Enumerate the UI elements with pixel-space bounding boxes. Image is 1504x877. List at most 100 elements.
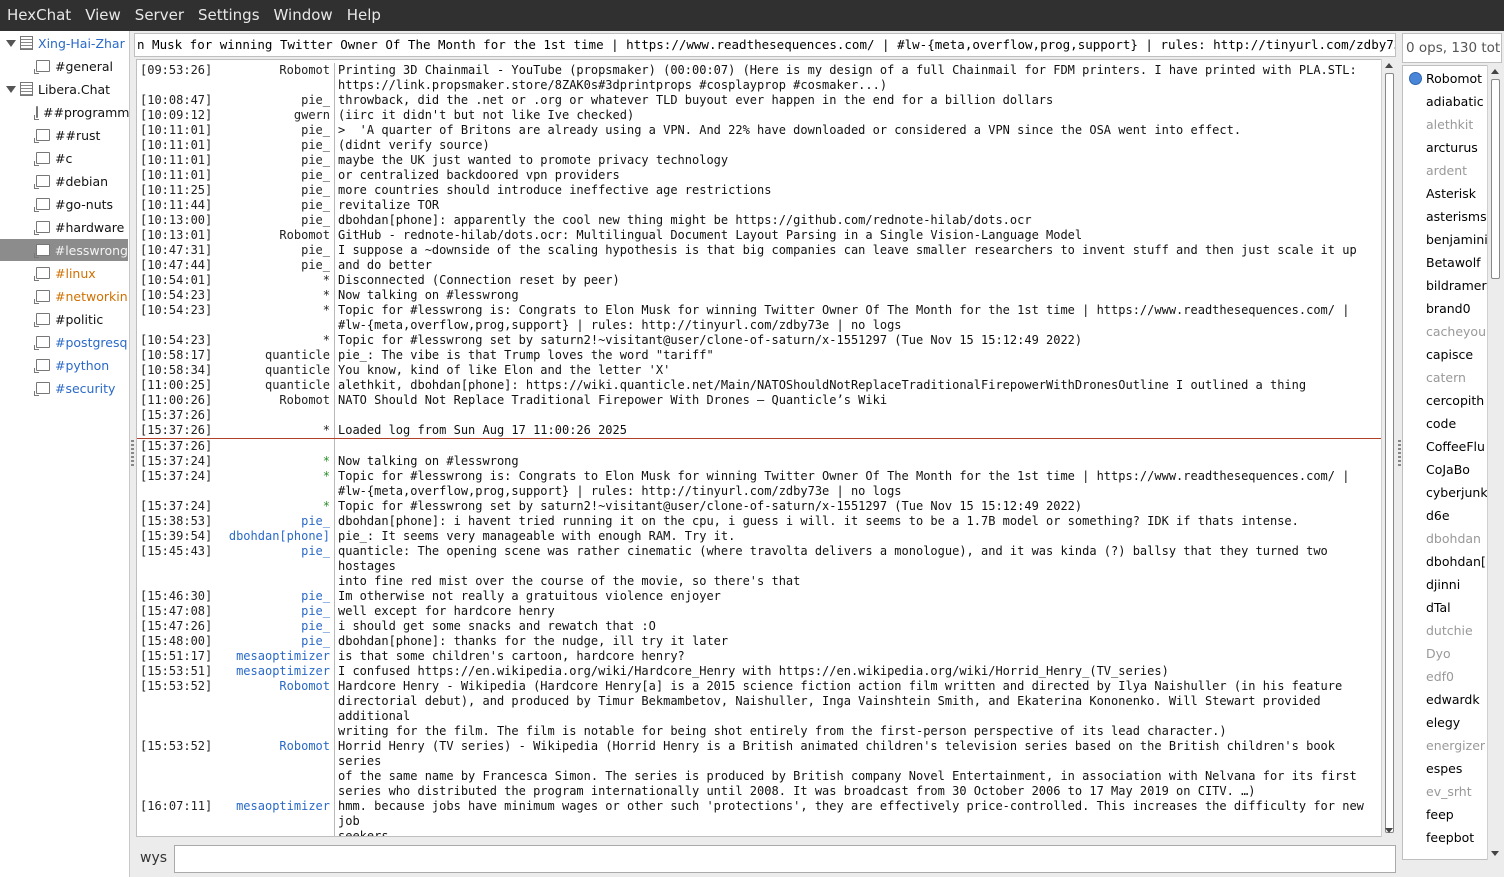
nick-label[interactable]: pie_ [210, 123, 334, 138]
nick-label[interactable]: mesaoptimizer [210, 664, 334, 679]
user-list-item[interactable]: code [1403, 412, 1489, 435]
user-list-item[interactable]: dbohdan[p [1403, 550, 1489, 573]
user-list-item[interactable]: bildramer [1403, 274, 1489, 297]
nick-label[interactable] [210, 408, 334, 423]
nick-label[interactable]: * [210, 333, 334, 348]
menu-settings[interactable]: Settings [191, 0, 267, 31]
network-item[interactable]: Xing-Hai-Zhar [0, 32, 128, 54]
channel-item[interactable]: #linux [0, 262, 128, 284]
channel-item[interactable]: #networkin [0, 285, 128, 307]
channel-item[interactable]: ##programm [0, 101, 129, 123]
channel-item[interactable]: #python [0, 354, 128, 376]
menu-help[interactable]: Help [340, 0, 388, 31]
nick-label[interactable]: quanticle [210, 348, 334, 363]
nick-label[interactable] [210, 439, 334, 454]
channel-item[interactable]: #go-nuts [0, 193, 128, 215]
user-list-item[interactable]: Dyo [1403, 642, 1489, 665]
channel-item[interactable]: #general [0, 55, 128, 77]
sidebar-resize-handle[interactable] [131, 440, 134, 468]
nick-label[interactable]: pie_ [210, 604, 334, 619]
user-list-item[interactable]: Betawolf [1403, 251, 1489, 274]
menu-server[interactable]: Server [128, 0, 191, 31]
user-list-item[interactable]: edf0 [1403, 665, 1489, 688]
nick-label[interactable]: pie_ [210, 168, 334, 183]
channel-item[interactable]: #postgresq [0, 331, 128, 353]
expander-arrow-icon[interactable] [4, 83, 16, 95]
message-input[interactable] [174, 845, 1396, 873]
user-list-item[interactable]: cyberjunk [1403, 481, 1489, 504]
nick-label[interactable]: pie_ [210, 634, 334, 649]
nick-label[interactable]: dbohdan[phone] [210, 529, 334, 544]
user-list-item[interactable]: cacheyour [1403, 320, 1489, 343]
user-list-item[interactable]: benjamini [1403, 228, 1489, 251]
nick-label[interactable]: quanticle [210, 363, 334, 378]
topic-bar[interactable]: n Musk for winning Twitter Owner Of The … [134, 33, 1396, 57]
nick-label[interactable]: mesaoptimizer [210, 799, 334, 836]
user-list-item[interactable]: dbohdan [1403, 527, 1489, 550]
nick-label[interactable]: pie_ [210, 213, 334, 228]
user-list-item[interactable]: djinni [1403, 573, 1489, 596]
channel-item[interactable]: #politic [0, 308, 128, 330]
user-list-item[interactable]: edwardk [1403, 688, 1489, 711]
user-list-item[interactable]: catern [1403, 366, 1489, 389]
nick-label[interactable]: * [210, 454, 334, 469]
nick-label[interactable]: quanticle [210, 378, 334, 393]
chat-scrollbar[interactable] [1381, 59, 1396, 837]
nick-label[interactable]: * [210, 499, 334, 514]
user-list-item[interactable]: ardent [1403, 159, 1489, 182]
user-list-item[interactable]: cercopith [1403, 389, 1489, 412]
scroll-up-arrow-icon[interactable] [1385, 63, 1393, 68]
user-list-item[interactable]: d6e [1403, 504, 1489, 527]
scroll-up-arrow-icon[interactable] [1491, 69, 1499, 74]
nick-label[interactable]: pie_ [210, 258, 334, 273]
nick-button[interactable]: wys [140, 850, 167, 866]
user-list-item[interactable]: CoffeeFlu [1403, 435, 1489, 458]
user-list-item[interactable]: dutchie [1403, 619, 1489, 642]
userlist-scrollbar[interactable] [1487, 65, 1502, 860]
user-list-item[interactable]: energizer [1403, 734, 1489, 757]
nick-label[interactable]: Robomot [210, 63, 334, 93]
chat-scrollbar-thumb[interactable] [1385, 73, 1394, 833]
expander-arrow-icon[interactable] [4, 37, 16, 49]
nick-label[interactable]: pie_ [210, 619, 334, 634]
user-list-item[interactable]: alethkit [1403, 113, 1489, 136]
userlist-resize-handle[interactable] [1398, 440, 1401, 468]
userlist-scrollbar-thumb[interactable] [1491, 79, 1500, 279]
user-list-item[interactable]: Robomot [1403, 67, 1489, 90]
nick-label[interactable]: Robomot [210, 228, 334, 243]
channel-item[interactable]: ##rust [0, 124, 128, 146]
user-list-item[interactable]: feepbot [1403, 826, 1489, 849]
nick-label[interactable]: * [210, 303, 334, 333]
scroll-down-arrow-icon[interactable] [1385, 828, 1393, 833]
nick-label[interactable]: pie_ [210, 198, 334, 213]
network-item[interactable]: Libera.Chat [0, 78, 128, 100]
nick-label[interactable]: pie_ [210, 93, 334, 108]
menu-window[interactable]: Window [267, 0, 340, 31]
user-list-item[interactable]: ev_srht [1403, 780, 1489, 803]
nick-label[interactable]: pie_ [210, 153, 334, 168]
chat-buffer[interactable]: [09:53:26] Robomot Printing 3D Chainmail -… [136, 59, 1396, 837]
user-list-item[interactable]: arcturus [1403, 136, 1489, 159]
channel-item[interactable]: #hardware [0, 216, 128, 238]
nick-label[interactable]: * [210, 288, 334, 303]
user-list-item[interactable]: Asterisk [1403, 182, 1489, 205]
user-list-item[interactable]: brand0 [1403, 297, 1489, 320]
nick-label[interactable]: pie_ [210, 589, 334, 604]
user-list-item[interactable]: feep [1403, 803, 1489, 826]
nick-label[interactable]: gwern [210, 108, 334, 123]
nick-label[interactable]: pie_ [210, 183, 334, 198]
nick-label[interactable]: Robomot [210, 393, 334, 408]
nick-label[interactable]: pie_ [210, 138, 334, 153]
channel-item[interactable]: #c [0, 147, 128, 169]
nick-label[interactable]: * [210, 273, 334, 288]
nick-label[interactable]: pie_ [210, 514, 334, 529]
channel-item[interactable]: #debian [0, 170, 128, 192]
user-list-item[interactable]: asterisms [1403, 205, 1489, 228]
user-list-item[interactable]: elegy [1403, 711, 1489, 734]
user-list-item[interactable]: CoJaBo [1403, 458, 1489, 481]
menu-hexchat[interactable]: HexChat [0, 0, 78, 31]
channel-item[interactable]: #lesswrong [0, 239, 128, 261]
nick-label[interactable]: mesaoptimizer [210, 649, 334, 664]
nick-label[interactable]: pie_ [210, 243, 334, 258]
user-list-item[interactable]: adiabatic [1403, 90, 1489, 113]
